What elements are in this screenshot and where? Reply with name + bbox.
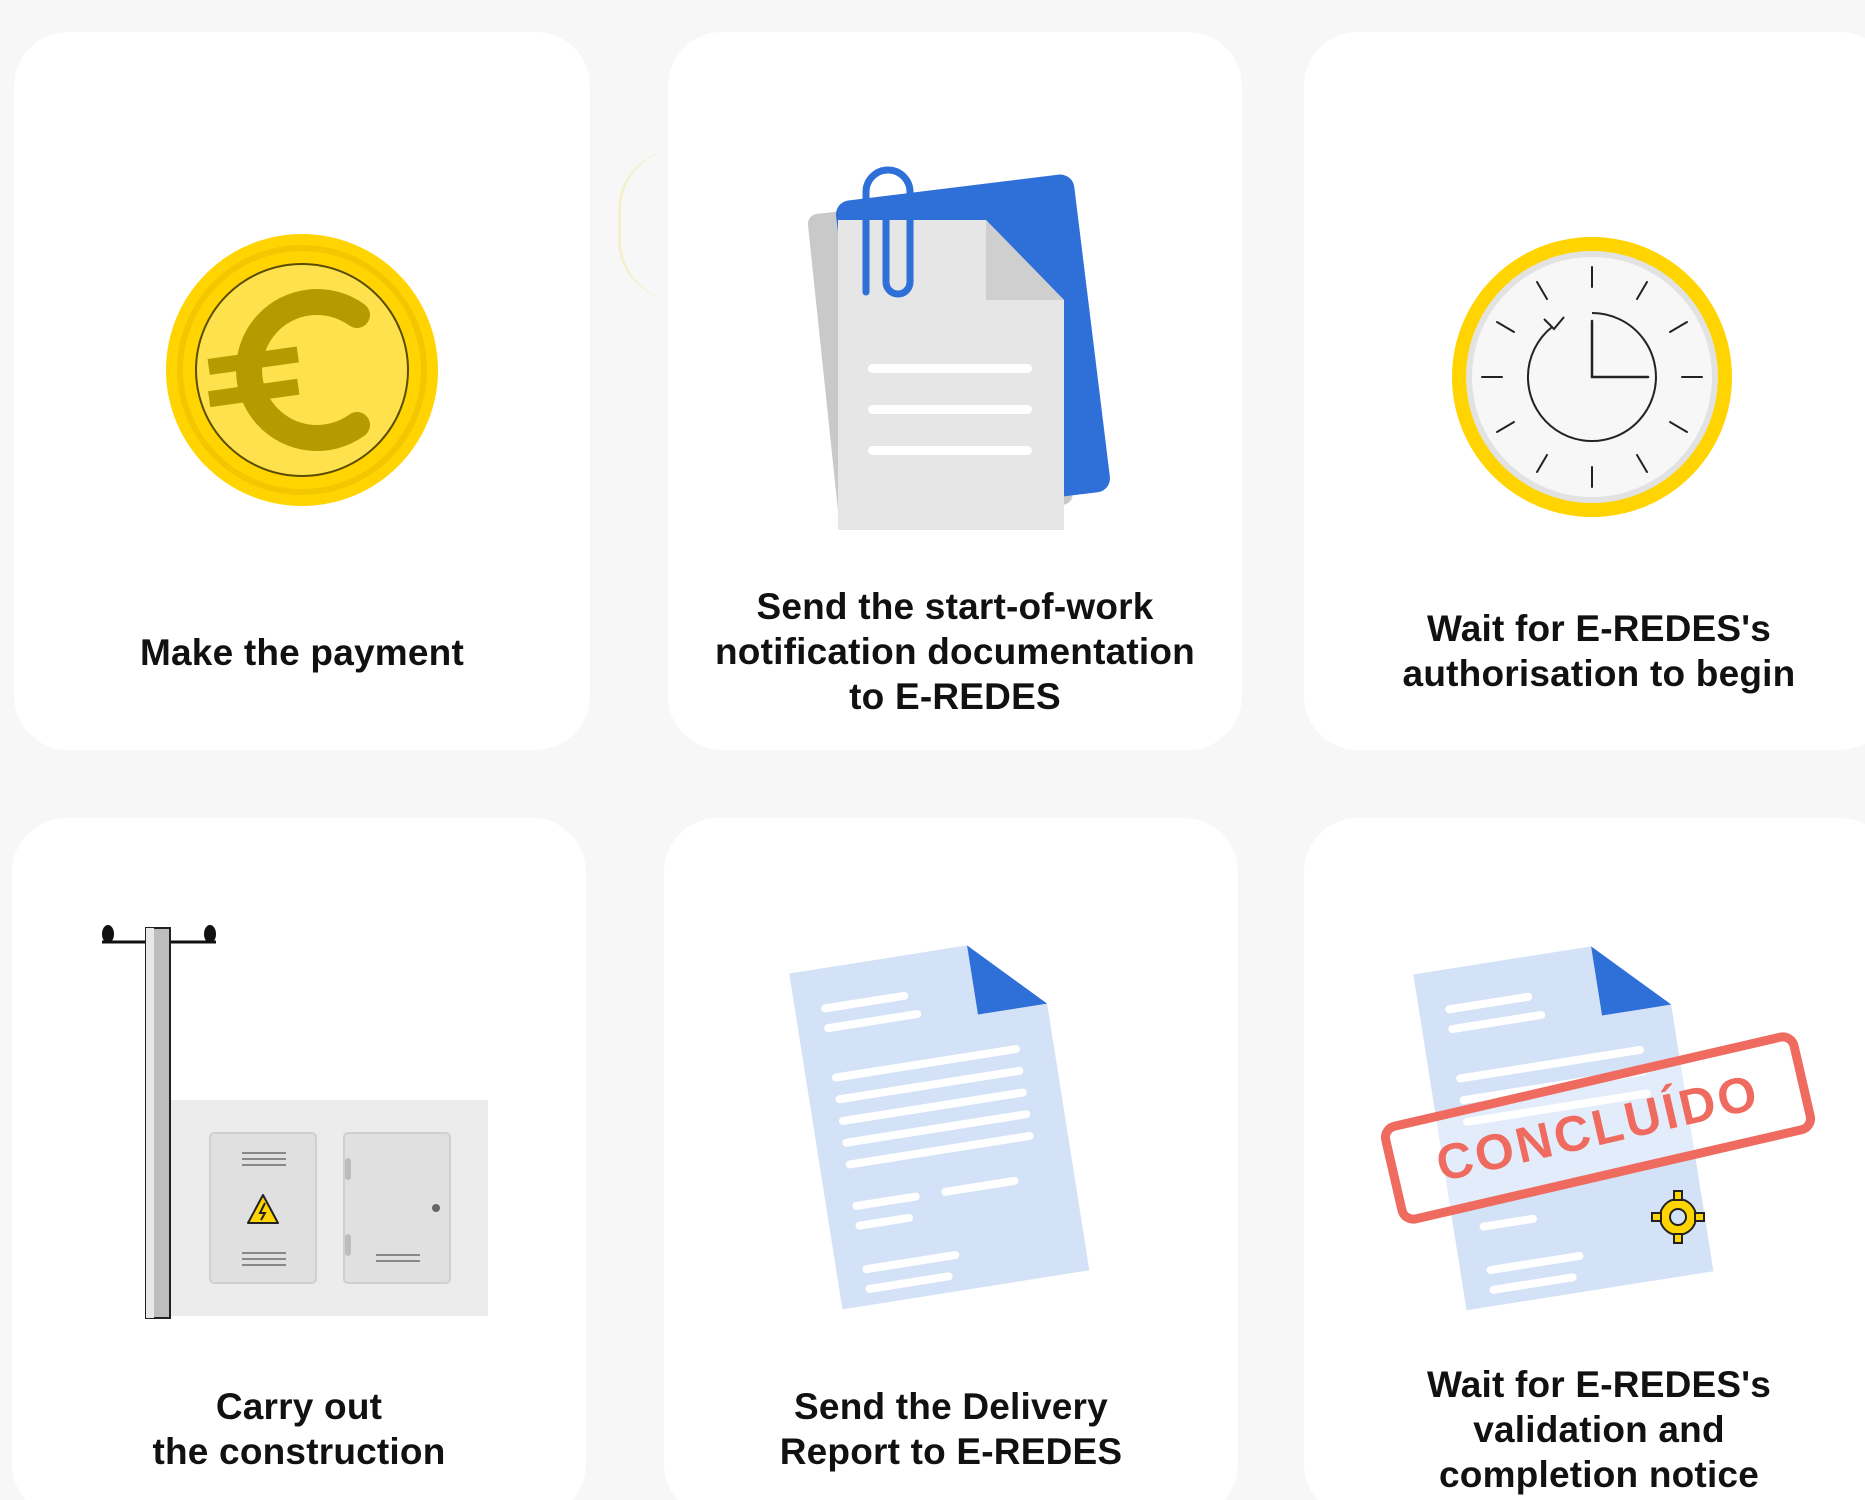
step-card-construction: Carry out the construction: [12, 818, 586, 1500]
step-label: Make the payment: [140, 632, 464, 673]
step-label: Wait for E-REDES's validation and comple…: [1426, 1364, 1772, 1495]
euro-coin-icon: [14, 232, 590, 552]
step-card-delivery-report: Send the Delivery Report to E-REDES: [664, 818, 1238, 1500]
step-card-start-of-work: Send the start-of-work notification docu…: [668, 32, 1242, 750]
decorative-arc: [618, 150, 681, 300]
process-steps-grid: Make the payment Send the start-of-work …: [0, 0, 1865, 1500]
step-card-authorisation: Wait for E-REDES's authorisation to begi…: [1304, 32, 1865, 750]
step-card-validation: CONCLUÍDO Wait for E-REDES's validation …: [1304, 818, 1865, 1500]
step-label: Send the Delivery Report to E-REDES: [779, 1386, 1123, 1472]
step-label: Carry out the construction: [152, 1386, 446, 1472]
utility-pole-meter-box-icon: [12, 918, 586, 1348]
paperclip-documents-icon: [668, 132, 1242, 562]
clock-icon: [1304, 227, 1865, 557]
step-card-payment: Make the payment: [14, 32, 590, 750]
report-document-icon: [664, 908, 1238, 1328]
step-label: Send the start-of-work notification docu…: [714, 586, 1195, 717]
step-label: Wait for E-REDES's authorisation to begi…: [1402, 608, 1796, 694]
